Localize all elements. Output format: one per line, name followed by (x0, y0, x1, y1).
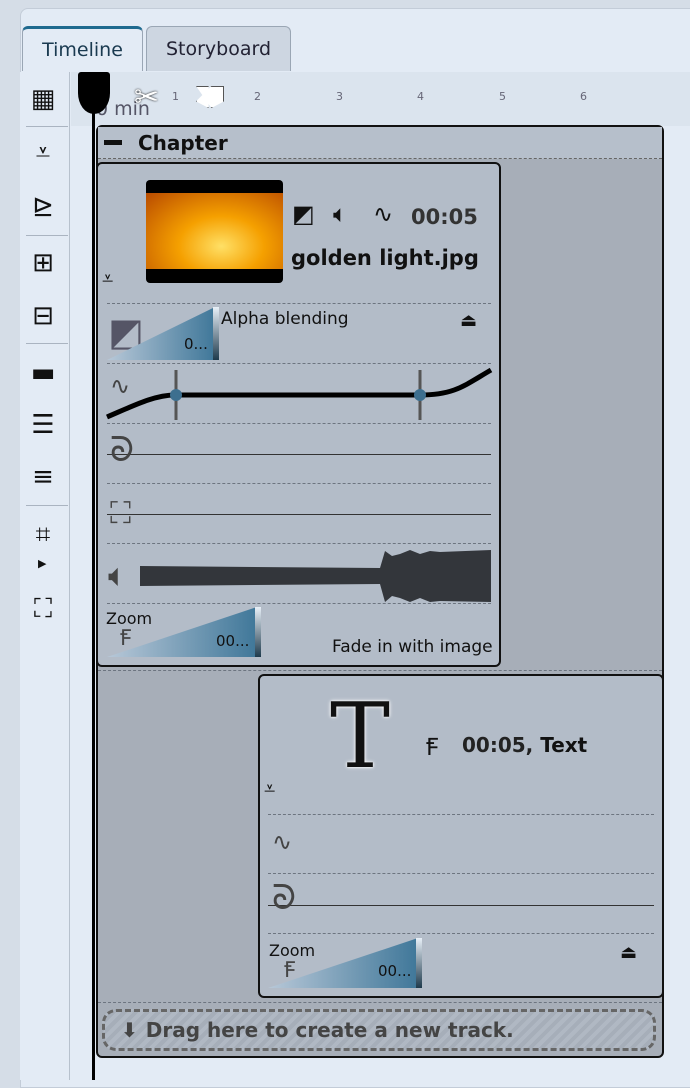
text-clip[interactable] (258, 674, 664, 998)
playhead-handle[interactable] (78, 72, 110, 114)
motion-curve[interactable] (105, 365, 493, 423)
ruler-tick: 5 (499, 90, 506, 103)
row-divider (268, 933, 654, 934)
row-divider (107, 483, 491, 484)
blend-label: Alpha blending (221, 309, 349, 329)
collapse-clip-icon[interactable]: ⩡ (102, 266, 113, 290)
tab-timeline[interactable]: Timeline (22, 26, 143, 71)
clip-duration: 00:05, Text (462, 733, 587, 757)
divider (26, 343, 68, 344)
remove-track-icon[interactable]: ⊟ (24, 297, 62, 335)
ruler-tick: 3 (336, 90, 343, 103)
clip-thumbnail (146, 180, 283, 283)
scissors-icon[interactable]: ✂ (134, 80, 159, 115)
path-track[interactable] (107, 454, 491, 455)
collapse-icon[interactable]: ⩡ (24, 134, 62, 172)
row-divider (268, 873, 654, 874)
dropzone-label: Drag here to create a new track. (145, 1018, 514, 1042)
ramp-handle[interactable] (416, 938, 422, 988)
ramp-handle[interactable] (255, 607, 261, 657)
align-left-icon[interactable]: ☰ (24, 406, 62, 444)
down-arrow-icon: ⬇ (121, 1018, 138, 1042)
blend-value: 0... (184, 335, 208, 353)
stamp-icon[interactable]: ⏏ (620, 942, 637, 963)
film-strip-icon[interactable]: ▬ (24, 354, 62, 392)
row-divider (268, 814, 654, 815)
clip-type: Text (540, 733, 588, 757)
path-icon: ᘐ (272, 878, 296, 918)
path-icon: ᘐ (110, 430, 134, 470)
crop-icon[interactable]: ⌗ (24, 516, 62, 554)
motion-curve-icon[interactable]: ∿ (373, 200, 393, 228)
chapter-header[interactable]: Chapter (98, 127, 662, 159)
fit-icon[interactable]: ⛶ (24, 590, 62, 628)
row-divider (107, 363, 491, 364)
camera-pan-icon: ⛶ (110, 496, 131, 531)
add-track-icon[interactable]: ⊞ (24, 244, 62, 282)
clip-duration-value: 00:05, (462, 733, 534, 757)
chapter-title: Chapter (138, 130, 228, 155)
clip-duration: 00:05 (411, 205, 478, 229)
divider (26, 126, 68, 127)
row-divider (107, 423, 491, 424)
ruler-tick: 2 (254, 90, 261, 103)
effect-label: Zoom (269, 941, 316, 960)
text-effect-icon[interactable]: Ꞙ (426, 730, 438, 763)
ruler-tick: 1 (172, 90, 179, 103)
collapse-chapter-icon[interactable] (104, 140, 122, 145)
collapse-clip-icon[interactable]: ⩡ (264, 776, 275, 800)
sound-label: Fade in with image (332, 637, 493, 657)
row-divider (107, 543, 491, 544)
ruler-tick: 4 (417, 90, 424, 103)
new-track-dropzone[interactable]: ⬇ Drag here to create a new track. (102, 1009, 656, 1051)
clip-filename: golden light.jpg (291, 246, 479, 270)
row-divider (107, 603, 491, 604)
path-track[interactable] (268, 905, 654, 906)
track-divider (98, 670, 662, 671)
tab-storyboard[interactable]: Storyboard (146, 26, 291, 71)
ruler-tick: 6 (580, 90, 587, 103)
speaker-icon[interactable]: 🔈︎ (333, 200, 347, 228)
expand-icon[interactable]: ⊵ (24, 188, 62, 226)
motion-curve-icon: ∿ (272, 828, 293, 856)
effect-label: Zoom (106, 609, 153, 628)
audio-waveform[interactable] (140, 546, 492, 606)
row-divider (107, 303, 491, 304)
motion-curve-icon: ∿ (110, 372, 131, 400)
text-thumbnail: T (330, 684, 391, 789)
track-divider (98, 1002, 662, 1003)
time-ruler[interactable] (71, 72, 690, 126)
alpha-blend-icon[interactable]: ◩ (292, 200, 315, 228)
effect-value: 00... (216, 632, 250, 650)
speaker-icon: 🔈︎ (108, 556, 128, 594)
divider (26, 235, 68, 236)
ramp-handle[interactable] (213, 307, 219, 360)
effect-value: 00... (378, 962, 412, 980)
playhead-line[interactable] (92, 110, 95, 1080)
camera-track[interactable] (107, 514, 491, 515)
divider (26, 505, 68, 506)
storyboard-grid-icon[interactable]: ▦ (24, 80, 62, 118)
align-stagger-icon[interactable]: ≡ (24, 458, 62, 496)
expand-arrow-icon[interactable]: ▶ (38, 557, 46, 570)
stamp-icon[interactable]: ⏏ (460, 310, 477, 331)
